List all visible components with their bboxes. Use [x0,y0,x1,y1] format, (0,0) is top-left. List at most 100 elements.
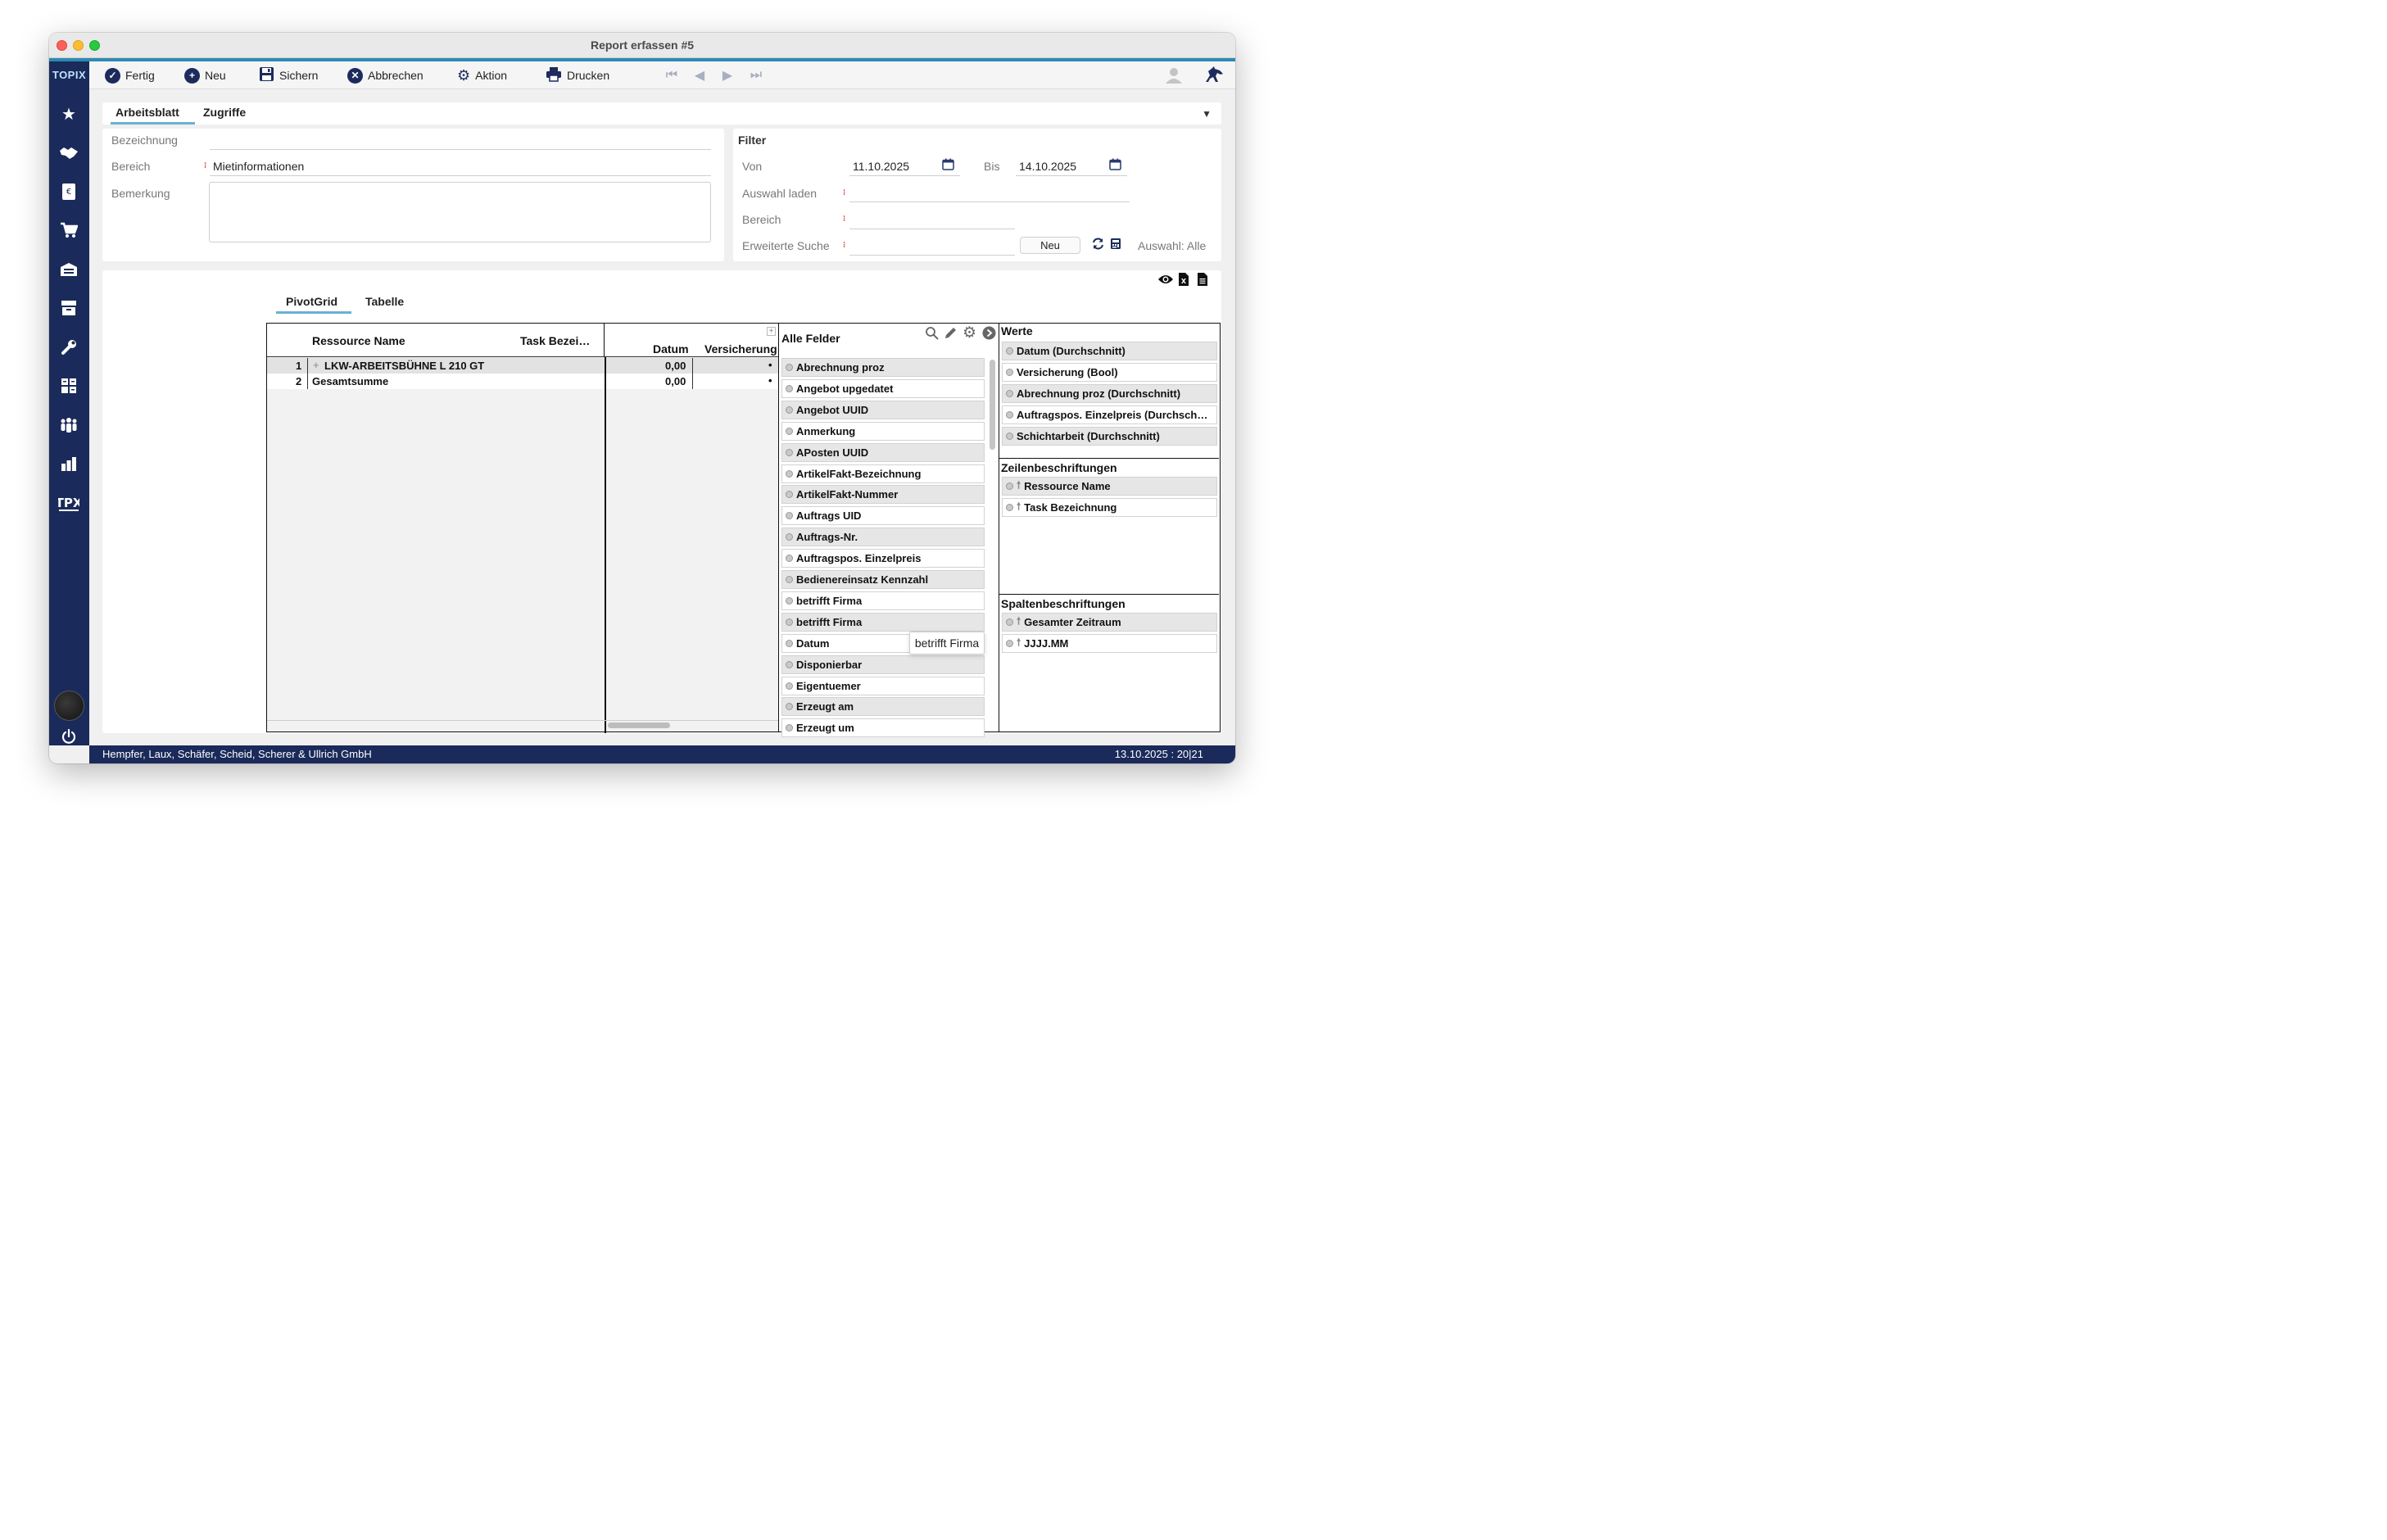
field-item[interactable]: Anmerkung [781,421,985,441]
tab-arbeitsblatt[interactable]: Arbeitsblatt [116,106,179,119]
werte-item[interactable]: Abrechnung proz (Durchschnitt) [1002,384,1217,403]
handshake-icon[interactable] [57,141,80,164]
user-icon[interactable] [1165,67,1183,88]
horizontal-scrollbar[interactable] [608,722,670,728]
kangaroo-icon[interactable] [1203,66,1225,88]
user-avatar[interactable] [54,691,84,721]
people-icon[interactable] [57,414,80,437]
erweiterte-suche-field[interactable] [849,255,1015,256]
field-label: Datum [796,636,830,650]
archive-icon[interactable] [57,297,80,319]
tab-zugriffe[interactable]: Zugriffe [203,106,246,119]
bemerkung-textarea[interactable] [209,182,711,242]
table-row[interactable]: 2 Gesamtsumme 0,00 • [267,374,778,389]
eye-icon[interactable] [1157,270,1174,289]
field-item[interactable]: Erzeugt am [781,697,985,717]
spalten-item[interactable]: 🠕 Gesamter Zeitraum [1002,613,1217,632]
field-item[interactable]: Abrechnung proz [781,358,985,377]
refresh-icon[interactable] [1092,238,1104,253]
expand-columns-icon[interactable]: + [767,327,776,336]
calculator-icon[interactable] [57,374,80,397]
column-header-task[interactable]: Task Bezei… [520,334,590,347]
field-item[interactable]: Auftragspos. Einzelpreis [781,549,985,568]
tpx-icon[interactable]: TPX [57,491,80,514]
cart-icon[interactable] [57,219,80,242]
prev-record-icon[interactable]: ◀ [692,68,707,83]
gear-icon[interactable]: ⚙ [962,324,976,342]
bar-chart-icon[interactable] [57,452,80,475]
field-item[interactable]: ArtikelFakt-Bezeichnung [781,464,985,483]
sort-arrow-icon[interactable]: 🠕 [1017,478,1021,495]
calculator-icon[interactable] [1110,238,1121,253]
field-item[interactable]: Angebot UUID [781,400,985,419]
bis-label: Bis [984,160,1000,173]
von-date-field[interactable]: 11.10.2025 [853,160,909,173]
field-item[interactable]: Eigentuemer [781,676,985,695]
bis-date-field[interactable]: 14.10.2025 [1019,160,1076,173]
table-row[interactable]: 1 + LKW-ARBEITSBÜHNE L 210 GT 0,00 • [267,358,778,374]
sort-arrow-icon[interactable]: 🠕 [1017,614,1021,631]
zeilen-item[interactable]: 🠕 Ressource Name [1002,477,1217,496]
column-header-datum[interactable]: Datum [653,342,689,356]
document-icon[interactable] [1197,270,1208,291]
pencil-icon[interactable] [944,326,958,344]
werte-item[interactable]: Datum (Durchschnitt) [1002,342,1217,360]
printer-icon [546,66,562,84]
column-header-versicherung[interactable]: Versicherung [704,342,777,356]
warehouse-icon[interactable] [57,258,80,281]
field-label: Auftrags UID [796,510,862,523]
field-item[interactable]: Disponierbar [781,654,985,674]
field-item[interactable]: Auftrags-Nr. [781,528,985,547]
next-circle-icon[interactable] [982,326,996,344]
excel-icon[interactable]: X [1178,270,1189,291]
aktion-button[interactable]: ⚙ Aktion [457,67,507,84]
field-item[interactable]: betrifft Firma [781,612,985,632]
first-record-icon[interactable]: ⏮ [664,68,679,83]
drag-handle-icon [786,639,793,647]
field-item[interactable]: Auftrags UID [781,506,985,526]
drag-handle-icon [1006,618,1013,626]
field-item[interactable]: betrifft Firma [781,591,985,610]
fertig-button[interactable]: ✓ Fertig [105,67,155,84]
field-item[interactable]: APosten UUID [781,442,985,462]
werte-item[interactable]: Auftragspos. Einzelpreis (Durchsch… [1002,405,1217,424]
column-header-ressource[interactable]: Ressource Name [312,334,405,347]
werte-item[interactable]: Schichtarbeit (Durchschnitt) [1002,427,1217,446]
neu-button[interactable]: + Neu [184,67,226,84]
sort-arrow-icon[interactable]: 🠕 [1017,635,1021,652]
tab-pivotgrid[interactable]: PivotGrid [286,295,337,308]
calendar-icon[interactable] [942,158,954,173]
sort-arrow-icon[interactable]: 🠕 [1017,499,1021,516]
erweiterte-suche-label: Erweiterte Suche [742,239,830,252]
tab-tabelle[interactable]: Tabelle [365,295,404,308]
field-item[interactable]: Angebot upgedatet [781,378,985,398]
drucken-button[interactable]: Drucken [546,67,609,84]
area-item-label: Task Bezeichnung [1024,501,1117,514]
invoice-icon[interactable]: € [57,180,80,203]
required-marker: ⁝ [204,161,207,170]
bereich-field[interactable]: Mietinformationen [213,160,304,173]
spalten-item[interactable]: 🠕 JJJJ.MM [1002,634,1217,653]
wrench-icon[interactable] [57,336,80,359]
divider [692,358,693,389]
filter-neu-button[interactable]: Neu [1020,237,1080,254]
field-label: Erzeugt am [796,700,854,713]
vertical-scrollbar[interactable] [990,360,995,450]
next-record-icon[interactable]: ▶ [720,68,735,83]
star-icon[interactable]: ★ [57,102,80,125]
power-icon[interactable] [57,725,80,748]
field-item[interactable]: Erzeugt um [781,718,985,738]
werte-item[interactable]: Versicherung (Bool) [1002,363,1217,382]
abbrechen-button[interactable]: ✕ Abbrechen [347,67,424,84]
chevron-down-icon[interactable]: ▼ [1202,108,1212,120]
tooltip: betrifft Firma [909,632,985,654]
calendar-icon[interactable] [1109,158,1121,173]
expand-row-icon[interactable]: + [313,359,319,371]
last-record-icon[interactable]: ⏭ [749,68,763,83]
sichern-button[interactable]: Sichern [259,67,318,84]
zeilen-item[interactable]: 🠕 Task Bezeichnung [1002,498,1217,517]
field-item[interactable]: Bedienereinsatz Kennzahl [781,570,985,589]
field-item[interactable]: ArtikelFakt-Nummer [781,485,985,505]
svg-text:€: € [66,188,71,197]
search-icon[interactable] [925,326,939,343]
